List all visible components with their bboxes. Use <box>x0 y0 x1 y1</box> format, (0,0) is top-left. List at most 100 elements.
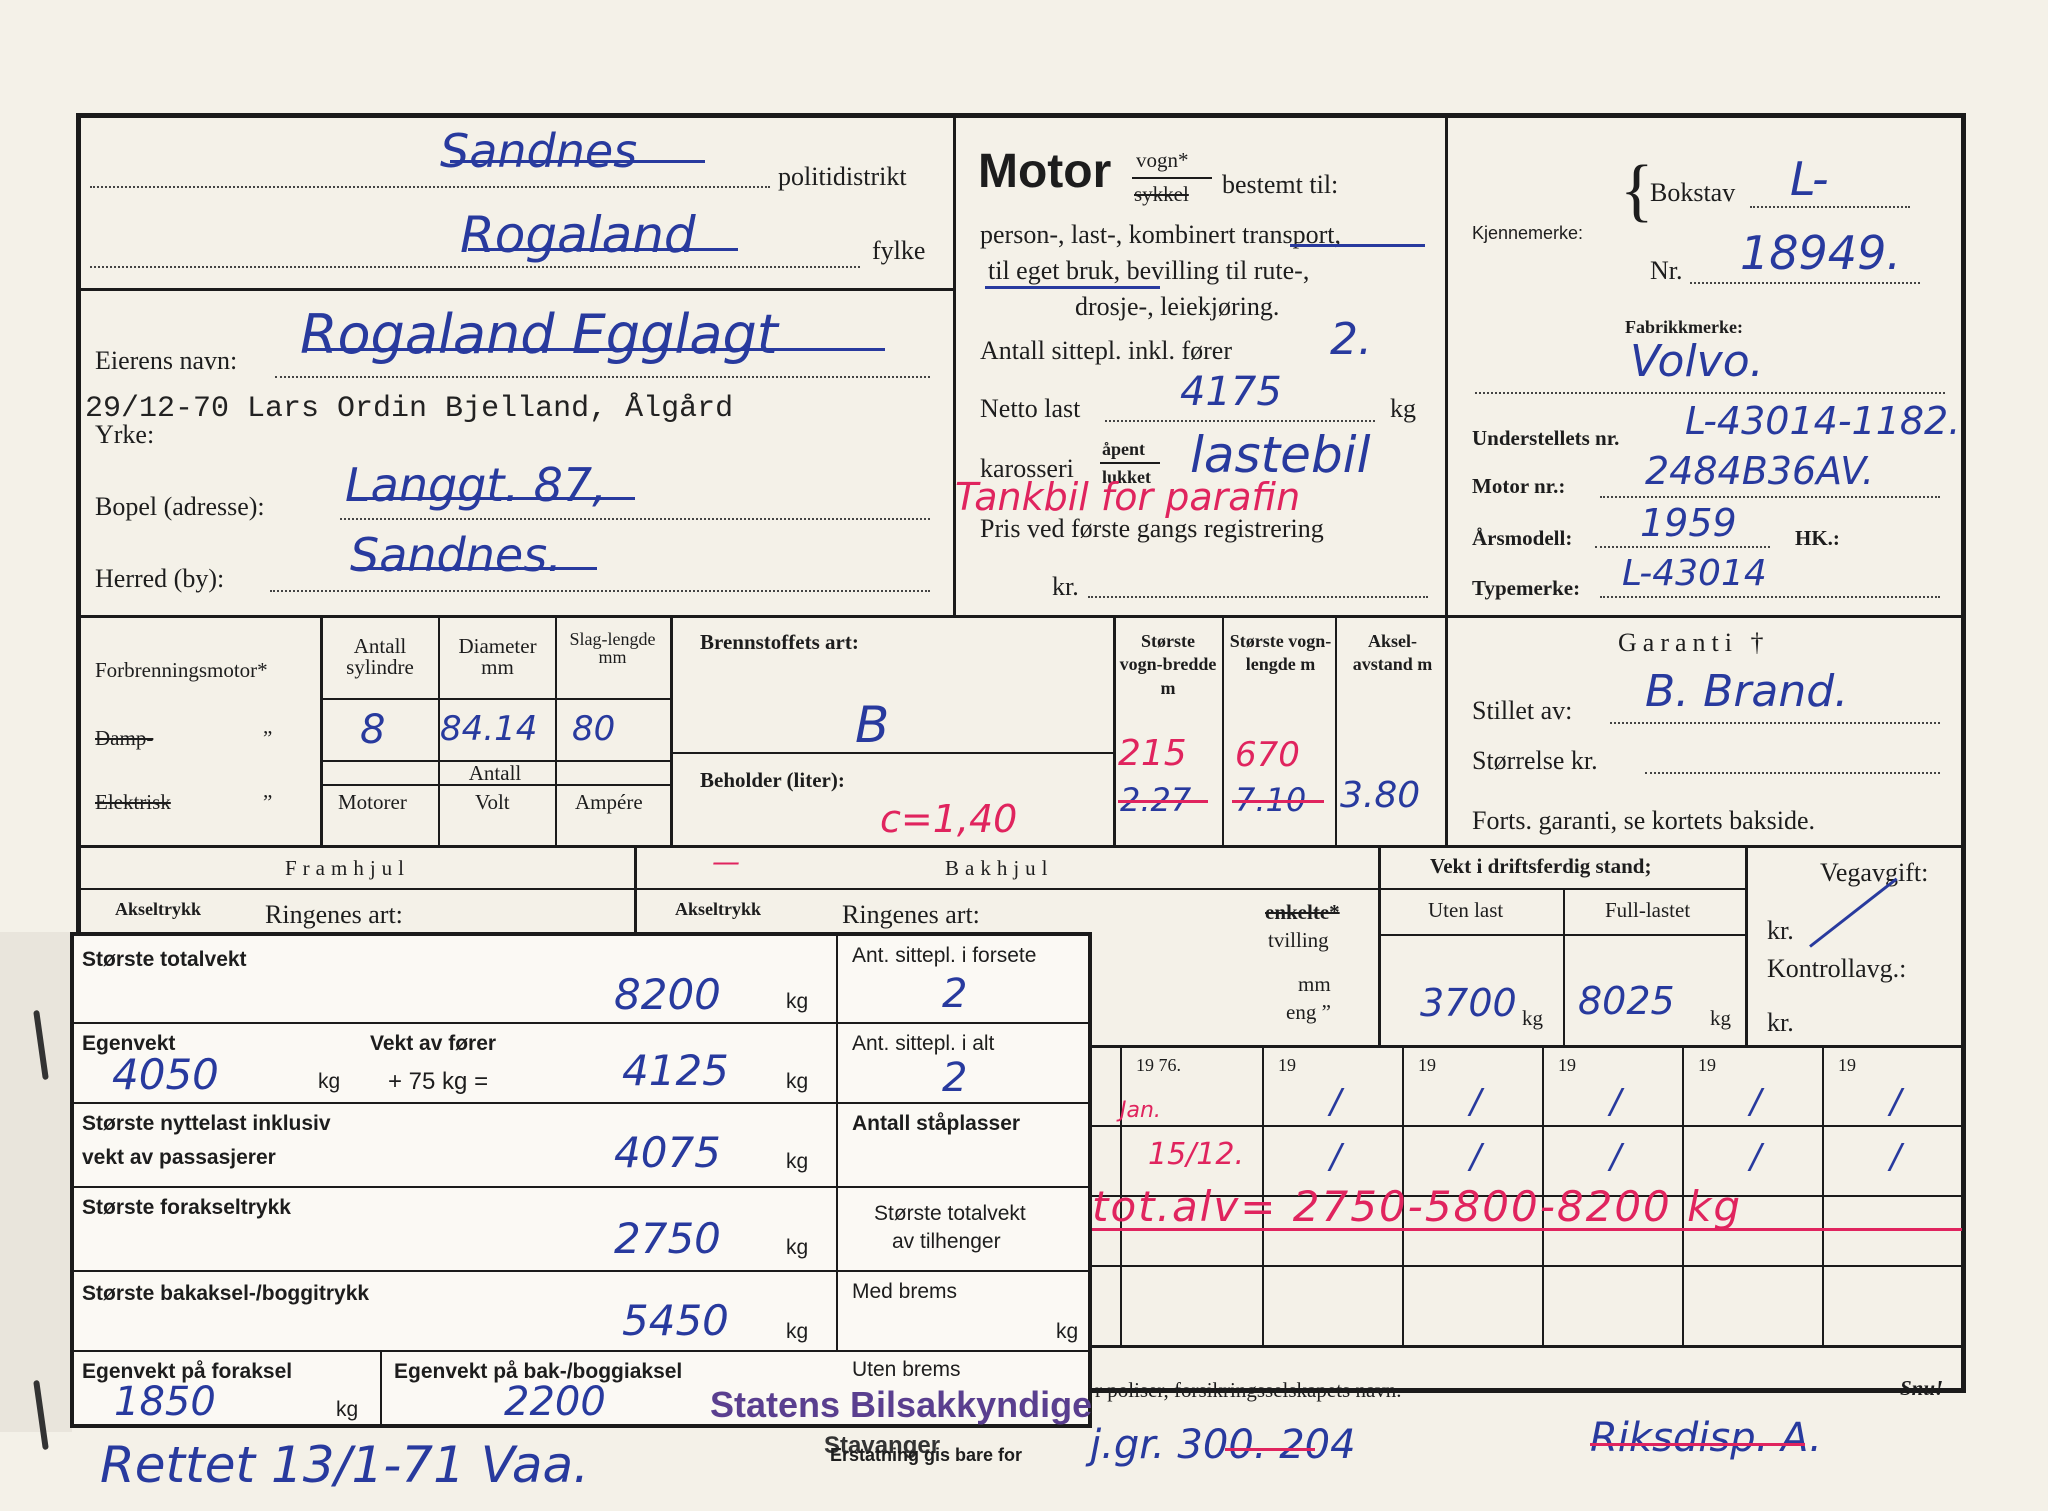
eng-label: eng ” <box>1286 1000 1331 1024</box>
divider <box>670 752 1113 754</box>
seats-label: Antall sittepl. inkl. fører <box>980 336 1233 365</box>
district-label: politidistrikt <box>778 162 907 191</box>
letter-label: Bokstav <box>1650 178 1736 207</box>
rear-axle-load: Akseltrykk <box>675 899 762 919</box>
snu-label: Snu! <box>1900 1376 1944 1400</box>
dotted-line <box>275 376 930 378</box>
address-value: Langgt. 87, <box>345 458 607 512</box>
fraction-line <box>1100 462 1160 464</box>
divider <box>79 845 1963 848</box>
fuel-label: Brennstoffets art: <box>700 630 859 654</box>
underline <box>985 286 1160 289</box>
without-unit: kg <box>1522 1006 1543 1030</box>
dia-value: 84.14 <box>440 709 538 749</box>
purpose-line3: drosje-, leiekjøring. <box>1075 292 1280 321</box>
make-value: Volvo. <box>1630 336 1764 387</box>
divider <box>1445 617 1448 845</box>
year-col: 19 76. <box>1136 1055 1181 1075</box>
district-value: Sandnes <box>440 124 638 178</box>
red-weight-line: tot.alv= 2750-5800-8200 kg <box>1092 1182 1743 1231</box>
divider <box>79 615 1963 618</box>
price-currency: kr. <box>1052 572 1079 601</box>
own-front-value: 1850 <box>114 1379 216 1425</box>
rettet-note: Rettet 13/1-71 Vaa. <box>100 1436 589 1494</box>
seats-total-label: Ant. sittepl. i alt <box>852 1032 995 1055</box>
front-wheels: Framhjul <box>285 856 410 880</box>
riksdisp-note: Riksdisp. A. <box>1590 1415 1822 1461</box>
year-label: Årsmodell: <box>1472 526 1573 550</box>
dotted-line <box>1610 722 1940 724</box>
divider <box>953 116 956 616</box>
kg-unit: kg <box>786 1150 809 1173</box>
cyl-header: Antall sylindre <box>346 634 414 679</box>
length-value: 670 <box>1235 735 1300 775</box>
strike <box>305 348 885 351</box>
occupation-label: Yrke: <box>95 420 155 449</box>
kg-unit: kg <box>786 990 809 1013</box>
stroke-header: Slag-lengde mm <box>569 629 656 667</box>
dotted-line <box>1475 392 1945 394</box>
divider <box>1745 847 1748 1047</box>
without-load-value: 3700 <box>1420 981 1517 1025</box>
chassis-label: Understellets nr. <box>1472 426 1620 450</box>
front-axle-label: Største forakseltrykk <box>82 1196 291 1219</box>
steam-label: Damp- <box>95 726 154 750</box>
red-date: Jan. <box>1120 1098 1161 1123</box>
municipality-label: Herred (by): <box>95 564 225 593</box>
guarantee-continued: Forts. garanti, se kortets bakside. <box>1472 806 1815 835</box>
kg-unit: kg <box>1056 1320 1079 1343</box>
strike <box>1118 800 1208 803</box>
rear-axle-value: 5450 <box>622 1296 729 1345</box>
motor-title: Motor <box>978 145 1112 198</box>
trailer-label: Største totalvekt <box>874 1202 1026 1225</box>
volt-label: Volt <box>475 790 510 814</box>
control-label: Kontrollavg.: <box>1767 954 1907 983</box>
mm-label: mm <box>1298 972 1331 996</box>
max-total-label: Største totalvekt <box>82 948 247 971</box>
dia-header: Diameter mm <box>458 634 537 679</box>
standing-label: Antall ståplasser <box>852 1112 1021 1135</box>
year-col: 19 <box>1558 1055 1576 1075</box>
axle-value: 3.80 <box>1340 775 1421 816</box>
number-label: Nr. <box>1650 256 1683 285</box>
intended-label: bestemt til: <box>1222 170 1339 199</box>
stamp-statens: Statens Bilsakkyndige <box>710 1384 1093 1425</box>
issued-value: B. Brand. <box>1645 666 1849 717</box>
guarantee-title: Garanti † <box>1618 628 1770 657</box>
axle-header: Aksel-avstand m <box>1352 631 1433 675</box>
payload-value: 4075 <box>614 1128 721 1177</box>
strike <box>350 497 635 500</box>
divider <box>1222 617 1224 845</box>
dotted-line <box>90 266 860 268</box>
ampere-label: Ampére <box>575 790 643 814</box>
card-shadow <box>0 932 72 1432</box>
chassis-value: L-43014-1182. <box>1685 399 1961 443</box>
owner-label: Eierens navn: <box>95 346 238 375</box>
full-unit: kg <box>1710 1006 1731 1030</box>
red-date: 15/12. <box>1148 1137 1244 1172</box>
front-axle-value: 2750 <box>614 1214 721 1263</box>
type-label: Typemerke: <box>1472 576 1581 600</box>
divider <box>1113 617 1116 845</box>
sykkel-label: sykkel <box>1134 182 1189 206</box>
netto-unit: kg <box>1390 394 1416 423</box>
trailer-label2: av tilhenger <box>892 1230 1001 1253</box>
payload-label2: vekt av passasjerer <box>82 1146 276 1169</box>
brake-label: Med brems <box>852 1280 958 1303</box>
divider <box>1335 617 1337 845</box>
kg-unit: kg <box>786 1320 809 1343</box>
cyl-value: 8 <box>360 707 386 753</box>
rear-tyre-kind: Ringenes art: <box>842 900 980 929</box>
engine-value: 2484B36AV. <box>1645 449 1874 493</box>
rear-axle-label: Største bakaksel-/boggitrykk <box>82 1282 370 1305</box>
typed-owner: 29/12-70 Lars Ordin Bjelland, Ålgård <box>85 392 734 426</box>
divider <box>1380 888 1745 890</box>
dotted-line <box>340 518 930 520</box>
max-total-value: 8200 <box>614 970 721 1019</box>
control-kr: kr. <box>1767 1008 1794 1037</box>
divider <box>320 617 323 845</box>
divider <box>670 617 673 845</box>
full-load-label: Full-lastet <box>1605 898 1691 922</box>
body-value: lastebil <box>1190 426 1371 484</box>
double-tyre: tvilling <box>1268 928 1329 952</box>
